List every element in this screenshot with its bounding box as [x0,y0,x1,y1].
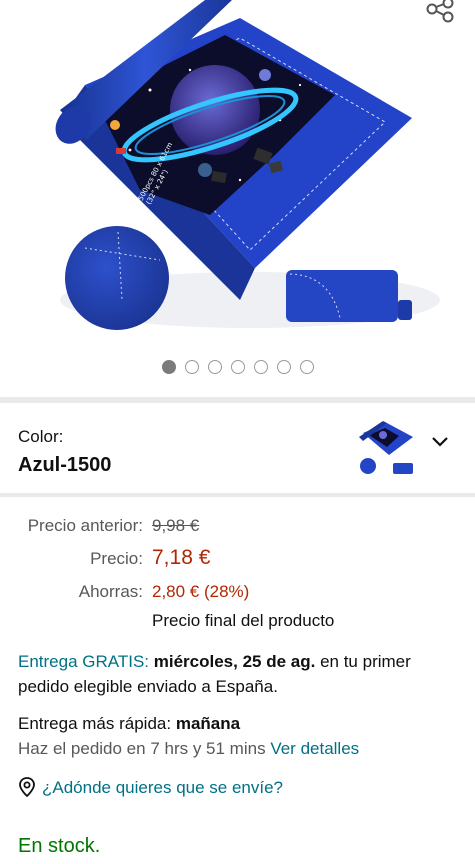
chevron-down-icon[interactable] [430,435,450,449]
savings-label: Ahorras: [78,582,143,601]
color-swatch-thumbnail[interactable] [355,419,417,477]
location-row[interactable]: ¿Adónde quieres que se envíe? [18,775,458,800]
product-image: 1500pcs 80 x 61cm (32" x 24") [55,0,440,330]
location-link[interactable]: ¿Adónde quieres que se envíe? [42,778,283,797]
details-link[interactable]: Ver detalles [270,739,359,758]
fast-delivery-info: Entrega más rápida: mañana Haz el pedido… [18,711,458,761]
product-image-gallery[interactable]: 1500pcs 80 x 61cm (32" x 24") [0,0,475,395]
final-price-note: Precio final del producto [152,611,335,630]
color-label: Color: [18,427,64,446]
free-delivery-label[interactable]: Entrega GRATIS: [18,652,149,671]
previous-price-label: Precio anterior: [27,516,143,535]
gallery-dot[interactable] [161,360,176,374]
stock-status: En stock. [18,835,101,857]
location-pin-icon [19,777,35,797]
previous-price-value: 9,98 € [152,516,200,535]
share-icon[interactable] [423,0,457,26]
gallery-dot[interactable] [230,360,245,374]
color-selector[interactable]: Color: Azul-1500 [0,403,475,493]
gallery-pagination [0,360,475,374]
gallery-dot[interactable] [184,360,199,374]
color-value: Azul-1500 [18,454,112,476]
fast-delivery-label: Entrega más rápida: [18,714,172,733]
gallery-dot[interactable] [207,360,222,374]
gallery-dot[interactable] [253,360,268,374]
free-delivery-date: miércoles, 25 de ag. [153,652,316,671]
order-within-text: Haz el pedido en 7 hrs y 51 mins [18,739,266,758]
section-divider [0,493,475,497]
free-delivery-info: Entrega GRATIS: miércoles, 25 de ag. en … [18,649,458,699]
savings-value: 2,80 € (28%) [152,582,250,601]
gallery-dot[interactable] [299,360,314,374]
price-label: Precio: [90,549,143,568]
gallery-dot[interactable] [276,360,291,374]
fast-delivery-date: mañana [175,714,241,733]
price-value: 7,18 € [152,546,211,569]
